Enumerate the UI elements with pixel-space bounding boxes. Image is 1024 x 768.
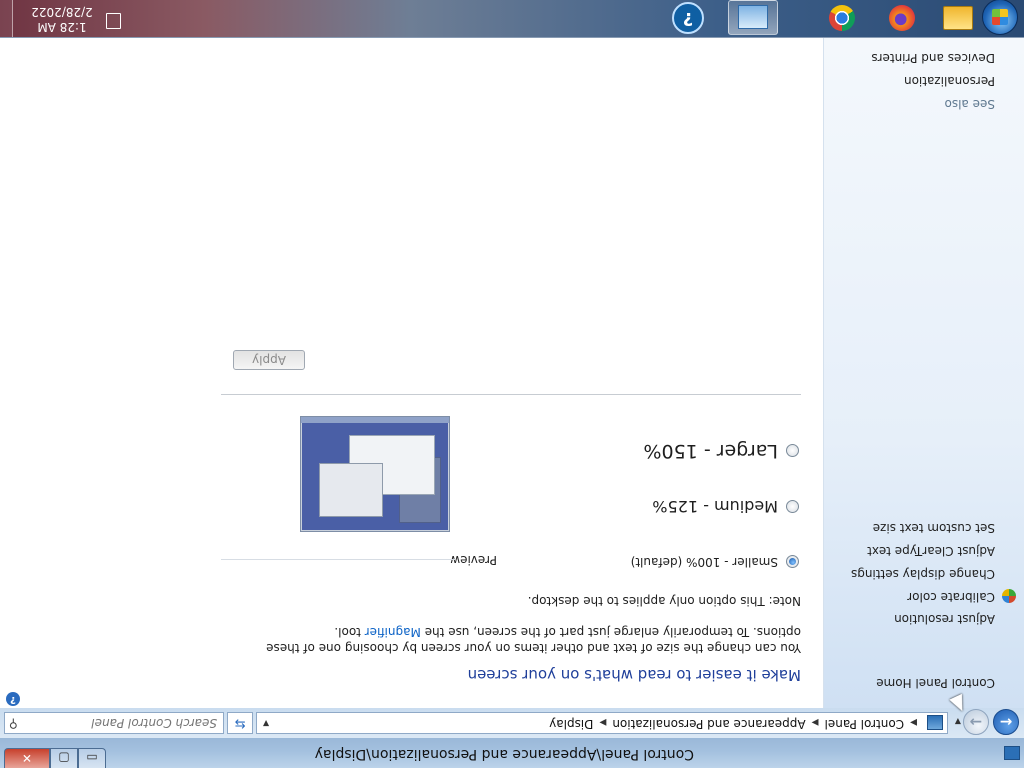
note-text: Note: This option only applies to the de… [527, 594, 801, 608]
sidebar-item-calibrate-color[interactable]: Calibrate color [907, 590, 995, 604]
window-title: Control Panel\Appearance and Personaliza… [314, 746, 694, 762]
arrow-left-icon: ← [999, 713, 1013, 731]
radio-smaller[interactable] [786, 555, 799, 569]
preview-divider [221, 559, 455, 560]
clock-time: 1:28 AM [37, 20, 87, 34]
sidebar-item-control-panel-home[interactable]: Control Panel Home [876, 676, 995, 690]
network-icon[interactable] [106, 13, 121, 29]
address-bar[interactable]: ▶Control Panel▶Appearance and Personaliz… [256, 712, 948, 734]
forward-button[interactable]: → [963, 709, 989, 735]
taskbar-app-help[interactable]: ? [664, 2, 712, 35]
chevron-right-icon[interactable]: ▶ [806, 717, 825, 727]
chevron-right-icon[interactable]: ▶ [904, 717, 923, 727]
back-button[interactable]: ← [993, 709, 1019, 735]
maximize-button[interactable]: ▢ [50, 748, 78, 768]
preview-taskbar [301, 417, 449, 423]
navigation-bar: ← → ▼ ▶Control Panel▶Appearance and Pers… [0, 708, 1024, 738]
preview-window [319, 463, 383, 517]
taskbar: ? 1:28 AM 2/28/2022 [0, 0, 1024, 38]
page-title: Make it easier to read what's on your sc… [467, 666, 801, 684]
breadcrumb-appearance[interactable]: Appearance and Personalization [612, 717, 805, 731]
chevron-right-icon[interactable]: ▶ [593, 717, 612, 727]
show-desktop-button[interactable] [0, 0, 13, 37]
option-medium-label: Medium - 125% [652, 497, 778, 516]
breadcrumb-control-panel[interactable]: Control Panel [825, 717, 905, 731]
option-medium[interactable]: Medium - 125% [652, 497, 799, 516]
option-larger[interactable]: Larger - 150% [643, 440, 799, 462]
minimize-button[interactable]: ▭ [78, 748, 106, 768]
refresh-button[interactable]: ⇆ [227, 712, 253, 734]
apply-button[interactable]: Apply [233, 350, 305, 370]
clock-date: 2/28/2022 [31, 5, 93, 19]
search-icon: ⚲ [9, 717, 18, 731]
clock[interactable]: 1:28 AM 2/28/2022 [26, 4, 98, 34]
magnifier-link[interactable]: Magnifier [365, 625, 421, 639]
option-larger-label: Larger - 150% [643, 440, 778, 462]
description-text-end: tool. [334, 625, 365, 639]
firefox-icon [889, 5, 915, 32]
refresh-icon: ⇆ [234, 716, 246, 731]
breadcrumb: ▶Control Panel▶Appearance and Personaliz… [549, 717, 923, 731]
description: You can change the size of text and othe… [241, 624, 801, 656]
taskbar-app-firefox[interactable] [878, 2, 926, 35]
sidebar-item-personalization[interactable]: Personalization [904, 74, 995, 88]
option-smaller[interactable]: Smaller - 100% (default) [631, 555, 799, 569]
help-icon[interactable]: ? [6, 692, 20, 706]
shield-icon [1002, 589, 1016, 603]
sidebar-item-change-display-settings[interactable]: Change display settings [851, 567, 995, 581]
control-panel-window-icon [1004, 746, 1020, 760]
close-button[interactable]: ✕ [4, 748, 50, 768]
screen: Control Panel\Appearance and Personaliza… [0, 0, 1024, 768]
main-content: ? Make it easier to read what's on your … [0, 38, 823, 708]
help-icon: ? [672, 2, 704, 35]
taskbar-app-chrome[interactable] [818, 2, 866, 35]
recent-pages-dropdown[interactable]: ▼ [955, 717, 961, 726]
folder-icon [943, 6, 973, 31]
search-input[interactable] [35, 715, 219, 731]
control-panel-icon [738, 5, 768, 30]
preview-label: Preview [450, 553, 497, 567]
caption-buttons: ▭ ▢ ✕ [4, 748, 106, 768]
divider [221, 394, 801, 395]
preview-image [300, 416, 450, 532]
taskbar-app-explorer[interactable] [934, 2, 982, 35]
arrow-right-icon: → [969, 713, 983, 731]
control-panel-icon [927, 715, 943, 730]
option-smaller-label: Smaller - 100% (default) [630, 555, 778, 569]
sidebar-item-adjust-cleartype[interactable]: Adjust ClearType text [867, 544, 995, 558]
sidebar-item-custom-text-size[interactable]: Set custom text size [873, 521, 995, 535]
radio-larger[interactable] [786, 444, 799, 458]
search-box[interactable]: ⚲ [4, 712, 224, 734]
radio-medium[interactable] [786, 500, 799, 513]
sidebar: Control Panel Home Adjust resolution Cal… [823, 38, 1024, 708]
sidebar-item-adjust-resolution[interactable]: Adjust resolution [894, 612, 995, 626]
sidebar-item-devices-printers[interactable]: Devices and Printers [871, 51, 995, 65]
title-bar[interactable]: Control Panel\Appearance and Personaliza… [0, 738, 1024, 768]
address-dropdown[interactable]: ▼ [263, 719, 269, 728]
breadcrumb-display[interactable]: Display [549, 717, 593, 731]
chrome-icon [829, 5, 855, 32]
taskbar-app-control-panel[interactable] [728, 0, 778, 35]
start-button[interactable] [982, 0, 1018, 35]
windows-logo-icon [992, 9, 1008, 25]
see-also-heading: See also [944, 97, 995, 111]
